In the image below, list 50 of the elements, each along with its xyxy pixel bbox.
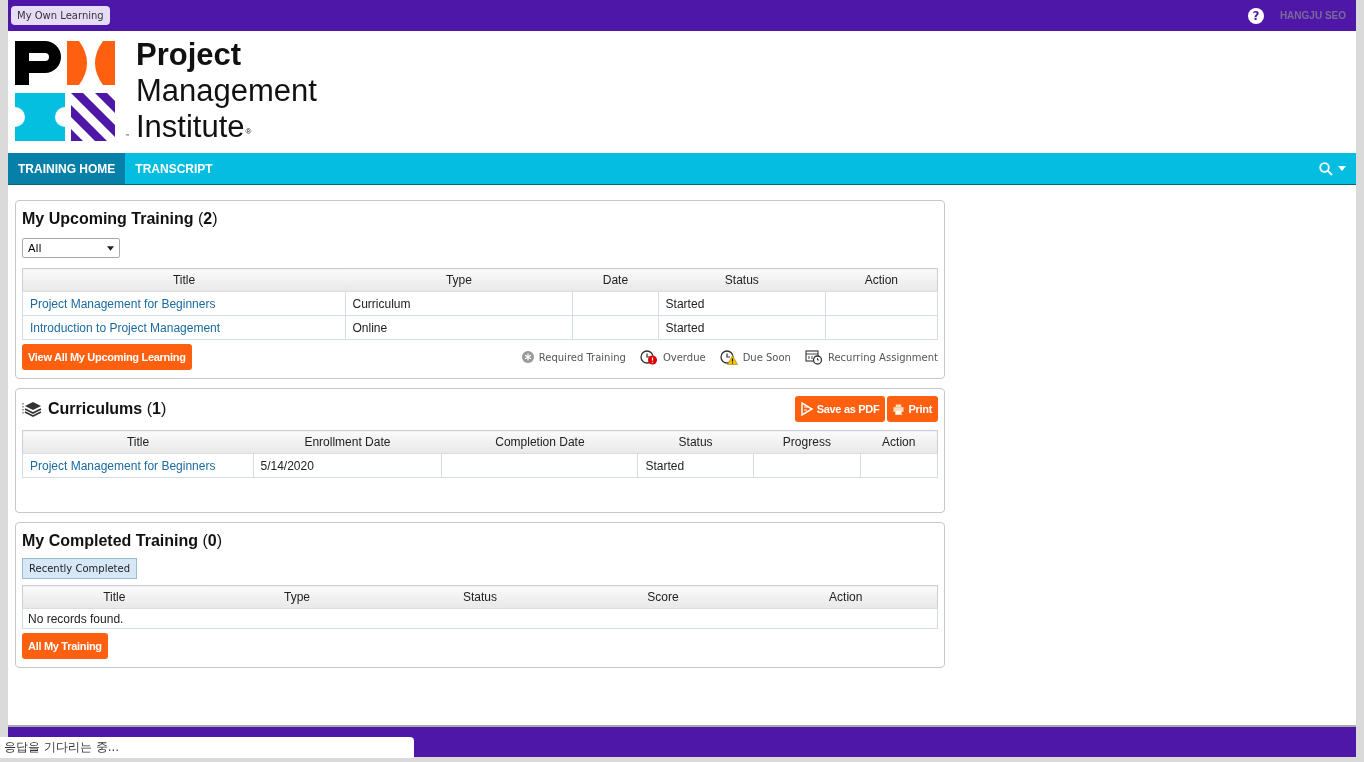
pdf-icon [800,402,813,416]
column-header: Action [825,268,938,292]
my-own-learning-link[interactable]: My Own Learning [11,6,110,25]
logo-text: Management [136,73,317,109]
caret-icon [107,245,114,251]
logo-text: Institute [136,109,245,145]
printer-icon [893,403,905,415]
nav-tab[interactable]: TRAINING HOME [8,153,126,184]
caret-icon[interactable] [1338,166,1346,171]
asterisk-icon [521,351,534,363]
registered-sign: ® [245,127,252,136]
help-button[interactable]: ? [1247,7,1264,24]
column-header: Title [22,585,206,609]
column-header: Title [22,430,253,454]
table-cell: Started [665,296,705,311]
clock-warning-icon [719,349,738,365]
logo-text: Project [136,37,243,73]
calendar-repeat-icon [804,349,823,365]
column-header: Date [572,268,659,292]
table-cell: Online [352,320,388,335]
panel-title: Curriculums (1) [48,400,167,418]
table-cell: Curriculum [352,296,411,311]
legend-label: Due Soon [742,351,791,363]
legend-label: Recurring Assignment [827,351,938,363]
column-header: Type [205,585,389,609]
table-cell: 5/14/2020 [260,458,314,473]
column-header: Progress [753,430,861,454]
column-header: Type [345,268,573,292]
stack-icon [22,401,42,417]
filter-dropdown[interactable]: All [22,238,120,258]
column-header: Enrollment Date [253,430,442,454]
clock-alert-icon [639,349,658,365]
column-header: Completion Date [441,430,638,454]
column-header: Status [658,268,826,292]
column-header: Action [754,585,938,609]
panel-title: My Completed Training (0) [22,532,223,550]
panel-title: My Upcoming Training (2) [22,210,218,228]
legend-label: Required Training [538,351,626,363]
legend-label: Overdue [662,351,706,363]
column-header: Status [638,430,754,454]
search-icon[interactable] [1319,161,1333,176]
table-cell: Started [665,320,705,335]
status-text: 응답을 기다리는 중... [4,739,120,756]
column-header: Action [860,430,938,454]
column-header: Status [388,585,572,609]
column-header: Score [571,585,755,609]
table-cell: Started [645,458,685,473]
column-header: Title [22,268,345,292]
empty-message: No records found. [28,611,124,626]
recently-completed-tab[interactable]: Recently Completed [22,558,137,579]
